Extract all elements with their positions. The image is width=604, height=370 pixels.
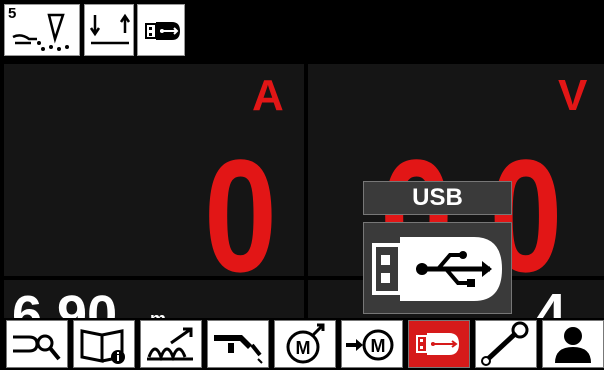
torch-gun-icon — [214, 335, 263, 364]
usb-popup-title: USB — [363, 181, 512, 215]
trigger-mode-icon — [84, 4, 134, 56]
usb-drive-icon — [372, 237, 502, 301]
usb-button[interactable] — [408, 320, 470, 368]
settings-wrench-icon — [481, 321, 529, 366]
bottom-menu-bar: M M — [0, 318, 604, 370]
voltage-unit: V — [558, 71, 588, 120]
user-manual-button[interactable] — [73, 320, 135, 368]
wfs-value: 6.90 — [12, 285, 118, 320]
usb-status-icon — [137, 4, 185, 56]
memory-save-icon: M — [286, 323, 325, 364]
svg-text:M: M — [371, 336, 386, 356]
weld-parameters-icon — [147, 327, 193, 362]
memory-recall-button[interactable]: M — [341, 320, 403, 368]
user-profile-icon — [555, 327, 591, 363]
usb-icon — [416, 333, 459, 355]
wfs-panel: 6.90 m — [4, 280, 304, 320]
amperage-unit: A — [252, 71, 284, 120]
weld-parameters-button[interactable] — [140, 320, 202, 368]
torch-gun-button[interactable] — [207, 320, 269, 368]
welder-display: 5 A 0 V 0. — [0, 0, 604, 370]
user-profile-button[interactable] — [542, 320, 604, 368]
svg-text:M: M — [296, 338, 311, 358]
settings-button[interactable] — [475, 320, 537, 368]
usb-popup-body[interactable] — [363, 222, 512, 314]
memory-save-button[interactable]: M — [274, 320, 336, 368]
process-status-icon: 5 — [4, 4, 80, 56]
amperage-value: 0 — [204, 126, 277, 277]
memory-recall-icon: M — [346, 329, 394, 361]
amperage-panel: A 0 — [4, 64, 304, 276]
secondary-value: 4 — [536, 283, 567, 320]
user-manual-icon — [80, 329, 125, 364]
process-selection-icon — [13, 334, 61, 361]
process-selection-button[interactable] — [6, 320, 68, 368]
